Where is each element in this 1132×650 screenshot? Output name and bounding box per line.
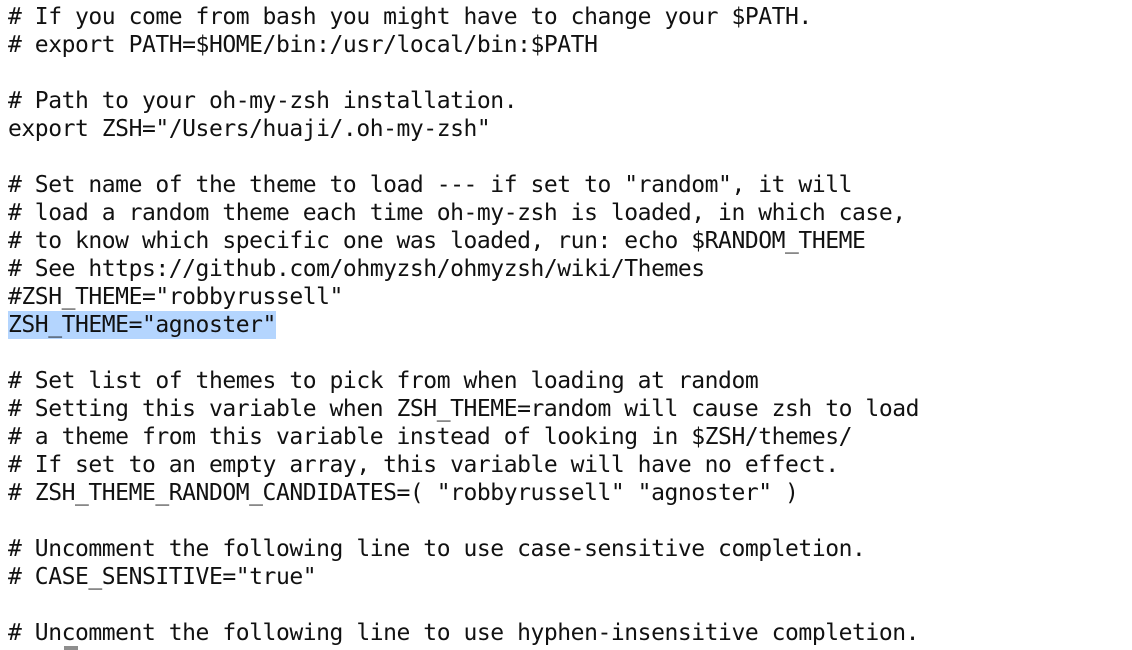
selected-code-line[interactable]: ZSH_THEME="agnoster" (8, 311, 276, 339)
code-line-text: # Uncomment the following line to use hy… (8, 620, 920, 646)
code-line-text: # Set list of themes to pick from when l… (8, 368, 759, 394)
code-line-text: # export PATH=$HOME/bin:/usr/local/bin:$… (8, 32, 598, 58)
code-line[interactable]: # Set name of the theme to load --- if s… (8, 171, 852, 199)
code-line[interactable]: # Uncomment the following line to use hy… (8, 619, 919, 647)
code-line[interactable]: # Setting this variable when ZSH_THEME=r… (8, 395, 919, 423)
code-line[interactable]: # Uncomment the following line to use ca… (8, 535, 866, 563)
code-line-text: # If you come from bash you might have t… (8, 4, 812, 30)
code-line[interactable]: # to know which specific one was loaded,… (8, 227, 866, 255)
code-line[interactable]: # ZSH_THEME_RANDOM_CANDIDATES=( "robbyru… (8, 479, 799, 507)
code-line-text: # ZSH_THEME_RANDOM_CANDIDATES=( "robbyru… (8, 480, 799, 506)
code-line[interactable]: # Set list of themes to pick from when l… (8, 367, 759, 395)
code-line[interactable]: # load a random theme each time oh-my-zs… (8, 199, 906, 227)
code-line[interactable]: # If set to an empty array, this variabl… (8, 451, 839, 479)
code-line-text: ZSH_THEME="agnoster" (8, 311, 276, 339)
code-line-text: # Uncomment the following line to use ca… (8, 536, 866, 562)
code-line[interactable]: # export PATH=$HOME/bin:/usr/local/bin:$… (8, 31, 598, 59)
code-line-text: # Path to your oh-my-zsh installation. (8, 88, 518, 114)
code-line-text: # Setting this variable when ZSH_THEME=r… (8, 396, 920, 422)
code-line-text: # a theme from this variable instead of … (8, 424, 853, 450)
code-line-text: # If set to an empty array, this variabl… (8, 452, 839, 478)
code-line[interactable]: # If you come from bash you might have t… (8, 3, 812, 31)
code-line-text: # load a random theme each time oh-my-zs… (8, 200, 906, 226)
code-line-text: # See https://github.com/ohmyzsh/ohmyzsh… (8, 256, 705, 282)
code-line-text: # to know which specific one was loaded,… (8, 228, 866, 254)
code-line-text: # CASE_SENSITIVE="true" (8, 564, 317, 590)
code-line[interactable]: #ZSH_THEME="robbyrussell" (8, 283, 343, 311)
code-line[interactable]: export ZSH="/Users/huaji/.oh-my-zsh" (8, 115, 491, 143)
code-line-text: # Set name of the theme to load --- if s… (8, 172, 853, 198)
code-line-text: #ZSH_THEME="robbyrussell" (8, 284, 343, 310)
code-line[interactable]: # Path to your oh-my-zsh installation. (8, 87, 518, 115)
code-line[interactable]: # CASE_SENSITIVE="true" (8, 563, 317, 591)
text-cursor (64, 646, 78, 650)
code-line[interactable]: # a theme from this variable instead of … (8, 423, 852, 451)
code-line-text: export ZSH="/Users/huaji/.oh-my-zsh" (8, 116, 491, 142)
text-editor[interactable]: # If you come from bash you might have t… (0, 0, 1132, 650)
code-line[interactable]: # See https://github.com/ohmyzsh/ohmyzsh… (8, 255, 705, 283)
